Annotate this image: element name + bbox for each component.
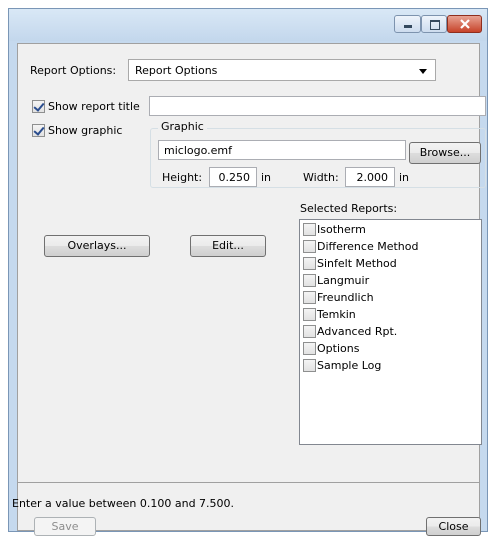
list-item-label: Langmuir <box>317 274 370 287</box>
width-unit: in <box>399 171 410 184</box>
show-graphic-label: Show graphic <box>48 124 123 137</box>
close-window-button[interactable] <box>447 15 482 33</box>
maximize-button[interactable] <box>421 15 447 33</box>
list-item-label: Difference Method <box>317 240 419 253</box>
width-value: 2.000 <box>356 171 389 184</box>
dropdown-arrow-icon <box>419 69 427 74</box>
list-item[interactable]: Langmuir <box>303 273 370 291</box>
close-icon <box>460 19 470 29</box>
list-item-label: Options <box>317 342 360 355</box>
checkbox-unchecked-icon[interactable] <box>303 307 316 321</box>
list-item[interactable]: Sample Log <box>303 358 382 376</box>
checkbox-unchecked-icon[interactable] <box>303 222 316 236</box>
height-value: 0.250 <box>218 171 251 184</box>
list-item-label: Temkin <box>317 308 356 321</box>
checkbox-unchecked-icon[interactable] <box>303 358 316 372</box>
status-text: Enter a value between 0.100 and 7.500. <box>12 497 235 510</box>
selected-reports-label: Selected Reports: <box>300 202 398 215</box>
list-item-label: Isotherm <box>317 223 366 236</box>
status-divider <box>18 482 479 483</box>
list-item[interactable]: Temkin <box>303 307 356 325</box>
overlays-button[interactable]: Overlays... <box>44 235 150 257</box>
list-item[interactable]: Isotherm <box>303 222 366 240</box>
dialog-window: Report Options: Report Options Show repo… <box>8 8 488 536</box>
maximize-icon <box>430 20 440 30</box>
checkbox-unchecked-icon[interactable] <box>303 290 316 304</box>
report-options-combo[interactable]: Report Options <box>128 59 436 81</box>
width-label: Width: <box>303 171 339 184</box>
graphic-file-value: miclogo.emf <box>164 144 232 157</box>
edit-button[interactable]: Edit... <box>190 235 266 257</box>
height-input[interactable]: 0.250 <box>209 167 257 187</box>
selected-reports-list[interactable]: Isotherm Difference Method Sinfelt Metho… <box>299 219 482 445</box>
list-item[interactable]: Freundlich <box>303 290 374 308</box>
report-options-value: Report Options <box>135 64 218 77</box>
close-button[interactable]: Close <box>426 517 481 536</box>
save-button[interactable]: Save <box>34 517 96 536</box>
list-item-label: Freundlich <box>317 291 374 304</box>
checkbox-unchecked-icon[interactable] <box>303 341 316 355</box>
height-label: Height: <box>162 171 203 184</box>
client-area: Report Options: Report Options Show repo… <box>12 43 486 536</box>
show-report-title-label: Show report title <box>48 100 140 113</box>
height-unit: in <box>261 171 272 184</box>
graphic-file-input[interactable]: miclogo.emf <box>158 140 406 160</box>
width-input[interactable]: 2.000 <box>345 167 395 187</box>
minimize-button[interactable] <box>394 15 421 33</box>
report-title-input[interactable] <box>149 96 486 116</box>
graphic-group-label: Graphic <box>158 120 207 133</box>
title-bar <box>9 9 487 41</box>
list-item[interactable]: Options <box>303 341 360 359</box>
checkbox-unchecked-icon[interactable] <box>303 239 316 253</box>
browse-button[interactable]: Browse... <box>409 142 481 164</box>
checkbox-unchecked-icon[interactable] <box>303 256 316 270</box>
list-item-label: Sinfelt Method <box>317 257 397 270</box>
report-options-label: Report Options: <box>30 64 117 77</box>
show-graphic-checkbox[interactable] <box>32 124 45 137</box>
show-report-title-checkbox[interactable] <box>32 100 45 113</box>
list-item[interactable]: Advanced Rpt. <box>303 324 398 342</box>
list-item[interactable]: Sinfelt Method <box>303 256 397 274</box>
checkbox-unchecked-icon[interactable] <box>303 273 316 287</box>
checkbox-unchecked-icon[interactable] <box>303 324 316 338</box>
list-item-label: Advanced Rpt. <box>317 325 398 338</box>
list-item-label: Sample Log <box>317 359 382 372</box>
list-item[interactable]: Difference Method <box>303 239 419 257</box>
minimize-icon <box>404 25 412 28</box>
